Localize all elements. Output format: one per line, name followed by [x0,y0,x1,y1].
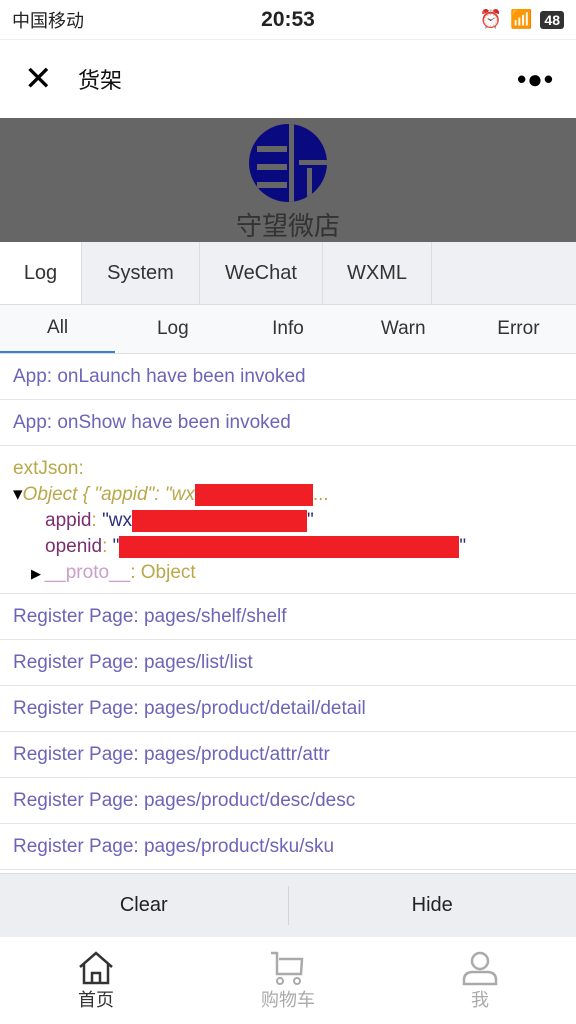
clear-button[interactable]: Clear [0,886,289,925]
console-tabs: Log System WeChat WXML [0,242,576,305]
alarm-icon: ⏰ [479,9,502,29]
nav-bar: ✕ 货架 •●• [0,40,576,118]
log-entry: Register Page: pages/product/attr/attr [0,732,576,778]
log-entry: App: onShow have been invoked [0,400,576,446]
ext-label: extJson: [13,458,84,479]
log-entry: Register Page: pages/list/list [0,640,576,686]
filter-all[interactable]: All [0,305,116,353]
log-entry: Register Page: pages/product/sku/sku [0,824,576,870]
hide-button[interactable]: Hide [289,874,576,937]
tab-wxml[interactable]: WXML [323,242,432,304]
carrier: 中国移动 [12,10,84,31]
more-icon[interactable]: •●• [517,64,554,95]
log-entry-extjson: extJson: ▾Object { "appid": "wx... appid… [0,446,576,594]
redaction [194,483,313,506]
cart-icon [271,951,304,985]
log-entry: Register Page: pages/product/desc/desc [0,778,576,824]
tab-filler [432,242,576,304]
filter-warn[interactable]: Warn [346,305,461,353]
log-entry: App: onLaunch have been invoked [0,354,576,400]
filter-log[interactable]: Log [115,305,230,353]
shop-banner: 守望微店 [0,118,576,242]
filter-info[interactable]: Info [230,305,345,353]
openid-prop: openid: " " [45,535,467,558]
tab-system[interactable]: System [82,242,200,304]
tabbar-cart[interactable]: 购物车 [192,937,384,1024]
battery-icon: 48 [540,10,564,29]
page-title: 货架 [78,68,123,93]
tabbar-home[interactable]: 首页 [0,937,192,1024]
log-filter-tabs: All Log Info Warn Error [0,305,576,354]
proto-prop[interactable]: ▶ __proto__: Object [13,560,563,587]
tab-log[interactable]: Log [0,242,82,304]
log-entry: Register Page: pages/shelf/shelf [0,594,576,640]
caret-down-icon[interactable]: ▾ [13,484,23,505]
log-entry: Register Page: pages/product/detail/deta… [0,686,576,732]
caret-right-icon[interactable]: ▶ [31,566,45,581]
wifi-icon: 📶 [510,9,533,29]
tabbar-me[interactable]: 我 [384,937,576,1024]
close-icon[interactable]: ✕ [24,59,54,99]
filter-error[interactable]: Error [461,305,576,353]
shop-logo [249,124,327,202]
tab-wechat[interactable]: WeChat [200,242,323,304]
status-bar: 中国移动 20:53 ⏰ 📶 48 [0,0,576,40]
tab-bar: 首页 购物车 我 [0,937,576,1024]
home-icon [79,950,113,984]
user-icon [462,951,498,985]
console-actions: Clear Hide [0,873,576,937]
object-summary[interactable]: ▾Object { "appid": "wx... [13,482,563,508]
redaction [119,535,460,558]
redaction [132,509,308,532]
appid-prop: appid: "wx " [45,509,314,532]
shop-name: 守望微店 [235,211,340,241]
